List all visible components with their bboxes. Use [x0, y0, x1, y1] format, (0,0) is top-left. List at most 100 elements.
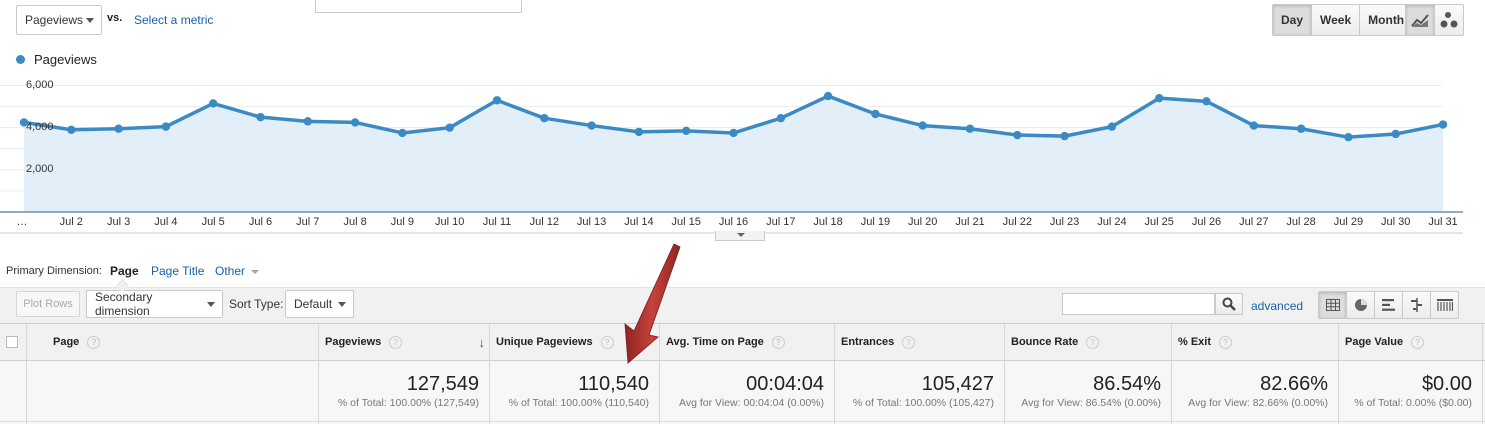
pie-view-button[interactable] [1346, 292, 1374, 318]
data-point [776, 113, 785, 123]
total-value: 127,549 [406, 373, 479, 395]
total-subtext: Avg for View: 82.66% (0.00%) [1188, 397, 1328, 409]
secondary-dimension-label: Secondary dimension [95, 290, 153, 318]
data-point [1107, 122, 1117, 131]
chevron-down-icon [737, 233, 745, 237]
help-icon[interactable]: ? [87, 335, 101, 349]
data-point [67, 125, 76, 134]
column-header-exit[interactable]: % Exit ? [1171, 324, 1338, 360]
help-icon[interactable]: ? [1086, 335, 1100, 349]
data-point [350, 118, 360, 127]
totals-cell-entrances: 105,427 % of Total: 100.00% (105,427) [834, 361, 1004, 424]
search-icon [1222, 297, 1236, 311]
table-header: Page ? Pageviews ? ↓ Unique Pageviews ? … [0, 323, 1485, 361]
dimension-other[interactable]: Other [215, 264, 260, 278]
column-header-pageviews[interactable]: Pageviews ? ↓ [318, 324, 489, 360]
x-tick-label: Jul 3 [106, 216, 131, 228]
data-point [492, 96, 502, 105]
grid-icon [1325, 299, 1340, 311]
data-point [1391, 129, 1400, 139]
data-point [1344, 132, 1353, 142]
performance-view-button[interactable] [1374, 292, 1402, 318]
chevron-down-icon [251, 269, 260, 274]
total-subtext: % of Total: 100.00% (105,427) [852, 397, 994, 409]
data-point [587, 121, 596, 130]
total-value: $0.00 [1421, 373, 1472, 395]
pivot-icon [1436, 299, 1453, 311]
column-header-entrances[interactable]: Entrances ? [834, 324, 1004, 360]
column-header-page-value[interactable]: Page Value ? [1338, 324, 1483, 360]
help-icon[interactable]: ? [771, 335, 785, 349]
select-all-checkbox[interactable] [6, 336, 18, 348]
total-subtext: Avg for View: 86.54% (0.00%) [1021, 397, 1161, 409]
x-tick-label: Jul 12 [529, 216, 559, 228]
column-header-pageviews-label: Pageviews [325, 336, 382, 348]
totals-cell-page [26, 361, 318, 424]
sort-type-dropdown[interactable]: Default [285, 290, 354, 318]
total-subtext: % of Total: 100.00% (127,549) [337, 397, 479, 409]
chevron-down-icon [207, 302, 215, 307]
x-tick-label: Jul 15 [671, 216, 701, 228]
column-header-bounce-rate[interactable]: Bounce Rate ? [1004, 324, 1171, 360]
table-search-button[interactable] [1215, 293, 1243, 315]
bar-list-icon [1381, 299, 1395, 311]
totals-cell-pageviews: 127,549 % of Total: 100.00% (127,549) [318, 361, 489, 424]
table-view-group [1318, 291, 1459, 319]
totals-cell-avg-time: 00:04:04 Avg for View: 00:04:04 (0.00%) [659, 361, 834, 424]
x-tick-label: Jul 29 [1333, 216, 1364, 228]
x-tick-label: Jul 21 [955, 216, 985, 228]
x-tick-label: Jul 28 [1286, 216, 1316, 228]
data-point [918, 121, 927, 130]
table-search-input[interactable] [1062, 293, 1215, 315]
help-icon[interactable]: ? [1411, 335, 1425, 349]
data-point [1013, 130, 1022, 140]
data-point [1438, 120, 1448, 129]
annotation-arrow [624, 243, 681, 364]
data-point [1296, 124, 1306, 133]
data-point [398, 128, 407, 138]
x-tick-label: Jul 27 [1239, 216, 1269, 228]
help-icon[interactable]: ? [389, 335, 403, 349]
total-value: 110,540 [578, 373, 649, 395]
y-tick-label: 4,000 [26, 120, 54, 133]
data-point [729, 128, 738, 138]
column-header-entrances-label: Entrances [841, 336, 895, 348]
x-tick-label: Jul 20 [908, 216, 938, 228]
pivot-view-button[interactable] [1430, 292, 1458, 318]
x-tick-label: Jul 7 [296, 216, 320, 228]
advanced-link[interactable]: advanced [1251, 299, 1303, 313]
column-header-unique-pageviews-label: Unique Pageviews [496, 336, 593, 348]
x-tick-label: Jul 10 [435, 216, 465, 228]
sort-type-label: Sort Type: [229, 297, 284, 311]
x-tick-label: Jul 9 [390, 216, 415, 228]
column-header-page-label: Page [53, 336, 80, 348]
help-icon[interactable]: ? [902, 335, 916, 349]
column-header-page[interactable]: Page ? [26, 324, 318, 360]
x-tick-label: Jul 26 [1191, 216, 1222, 228]
help-icon[interactable]: ? [1219, 335, 1233, 349]
table-view-button[interactable] [1319, 292, 1346, 318]
total-value: 82.66% [1260, 373, 1328, 395]
chart-resize-handle[interactable] [715, 231, 765, 241]
sort-descending-icon: ↓ [478, 334, 486, 350]
secondary-dimension-dropdown[interactable]: Secondary dimension [86, 290, 223, 318]
dimension-page[interactable]: Page [110, 264, 139, 278]
x-tick-label: Jul 4 [154, 216, 178, 228]
x-tick-label: Jul 17 [766, 216, 796, 228]
plot-rows-button[interactable]: Plot Rows [16, 291, 80, 317]
x-tick-label: Jul 31 [1428, 216, 1458, 228]
dimension-page-title[interactable]: Page Title [151, 264, 204, 278]
column-header-page-value-label: Page Value [1345, 336, 1404, 348]
x-tick-label: Jul 11 [482, 216, 512, 228]
total-value: 00:04:04 [746, 373, 824, 395]
sort-type-value: Default [294, 297, 333, 311]
data-point [1155, 93, 1164, 103]
x-tick-label: Jul 8 [343, 216, 367, 228]
plot-rows-label: Plot Rows [23, 298, 73, 310]
data-point [871, 109, 880, 119]
x-tick-label: Jul 5 [201, 216, 225, 228]
x-tick-label: Jul 14 [624, 216, 654, 228]
totals-cell-exit: 82.66% Avg for View: 82.66% (0.00%) [1171, 361, 1338, 424]
comparison-view-button[interactable] [1402, 292, 1430, 318]
data-point [114, 124, 123, 133]
